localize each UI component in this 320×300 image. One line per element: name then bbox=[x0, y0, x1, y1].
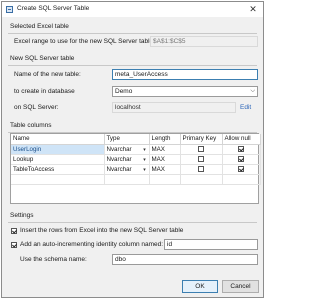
col-header-name[interactable]: Name bbox=[11, 134, 105, 145]
primary-key-checkbox[interactable] bbox=[198, 145, 204, 152]
database-select[interactable]: Demo ⌵ bbox=[112, 86, 258, 97]
create-sql-table-dialog: Create SQL Server Table ✕ Selected Excel… bbox=[1, 1, 264, 298]
insert-rows-label: Insert the rows from Excel into the new … bbox=[20, 227, 184, 234]
primary-key-cell bbox=[180, 164, 223, 175]
window-app-icon bbox=[6, 6, 13, 13]
schema-input[interactable]: dbo bbox=[112, 254, 258, 265]
columns-grid[interactable]: Name Type Length Primary Key Allow null … bbox=[10, 133, 261, 204]
allow-null-checkbox[interactable] bbox=[238, 165, 244, 172]
col-header-length[interactable]: Length bbox=[149, 134, 181, 145]
table-name-value: meta_UserAccess bbox=[115, 71, 168, 78]
chevron-down-icon: ⌵ bbox=[250, 88, 255, 94]
column-length-cell[interactable]: MAX bbox=[149, 164, 181, 175]
column-type-cell[interactable]: Nvarchar ▾ bbox=[104, 154, 150, 165]
identity-column-input[interactable]: id bbox=[164, 239, 258, 250]
primary-key-cell bbox=[180, 154, 223, 165]
col-header-allow-null[interactable]: Allow null bbox=[222, 134, 261, 145]
allow-null-cell bbox=[222, 154, 261, 165]
title-bar[interactable]: Create SQL Server Table ✕ bbox=[2, 2, 263, 17]
column-type-cell[interactable]: Nvarchar ▾ bbox=[104, 144, 150, 155]
table-name-input[interactable]: meta_UserAccess bbox=[112, 69, 258, 80]
column-type-value: Nvarchar bbox=[106, 145, 132, 153]
col-header-primary-key[interactable]: Primary Key bbox=[180, 134, 223, 145]
identity-column-value: id bbox=[167, 241, 173, 248]
settings-divider bbox=[8, 222, 257, 223]
identity-column-label: Add an auto-incrementing identity column… bbox=[20, 241, 164, 248]
ok-button[interactable]: OK bbox=[182, 280, 218, 293]
type-dropdown-icon[interactable]: ▾ bbox=[142, 147, 148, 153]
edit-server-link[interactable]: Edit bbox=[240, 104, 251, 111]
window-title: Create SQL Server Table bbox=[17, 5, 90, 12]
table-name-label: Name of the new table: bbox=[14, 71, 81, 78]
identity-column-checkbox[interactable] bbox=[11, 242, 17, 248]
schema-value: dbo bbox=[115, 256, 126, 263]
selected-excel-header: Selected Excel table bbox=[10, 23, 69, 30]
primary-key-cell bbox=[180, 144, 223, 155]
empty-row[interactable] bbox=[11, 174, 261, 185]
server-label: on SQL Server: bbox=[14, 104, 59, 111]
selected-excel-divider bbox=[8, 33, 257, 34]
column-name-cell[interactable]: Lookup bbox=[11, 154, 105, 165]
allow-null-cell bbox=[222, 164, 261, 175]
column-length-cell[interactable]: MAX bbox=[149, 154, 181, 165]
column-name-cell[interactable]: TableToAccess bbox=[11, 164, 105, 175]
schema-label: Use the schema name: bbox=[20, 256, 87, 263]
primary-key-checkbox[interactable] bbox=[198, 165, 204, 172]
column-type-value: Nvarchar bbox=[106, 165, 132, 173]
type-dropdown-icon[interactable]: ▾ bbox=[142, 167, 148, 173]
columns-table: Name Type Length Primary Key Allow null … bbox=[11, 134, 261, 185]
excel-range-field: $A$1:$C$5 bbox=[150, 36, 258, 47]
cancel-button[interactable]: Cancel bbox=[222, 280, 259, 293]
column-type-cell[interactable]: Nvarchar ▾ bbox=[104, 164, 150, 175]
close-icon[interactable]: ✕ bbox=[247, 3, 259, 15]
database-value: Demo bbox=[115, 88, 133, 95]
column-length-cell[interactable]: MAX bbox=[149, 144, 181, 155]
columns-header-row: Name Type Length Primary Key Allow null bbox=[11, 134, 261, 145]
column-type-value: Nvarchar bbox=[106, 155, 132, 163]
server-field: localhost bbox=[112, 102, 236, 113]
new-table-header: New SQL Server table bbox=[10, 55, 75, 62]
col-header-type[interactable]: Type bbox=[104, 134, 150, 145]
column-name-cell[interactable]: UserLogin bbox=[11, 144, 105, 155]
settings-header: Settings bbox=[10, 212, 34, 219]
allow-null-checkbox[interactable] bbox=[238, 155, 244, 162]
allow-null-checkbox[interactable] bbox=[238, 145, 244, 152]
excel-range-value: $A$1:$C$5 bbox=[153, 38, 186, 45]
column-row[interactable]: TableToAccess Nvarchar ▾ MAX bbox=[11, 164, 261, 175]
new-table-divider bbox=[8, 65, 257, 66]
database-label: to create in database bbox=[14, 88, 75, 95]
allow-null-cell bbox=[222, 144, 261, 155]
type-dropdown-icon[interactable]: ▾ bbox=[142, 157, 148, 163]
column-row[interactable]: Lookup Nvarchar ▾ MAX bbox=[11, 154, 261, 165]
column-row[interactable]: UserLogin Nvarchar ▾ MAX bbox=[11, 144, 261, 155]
table-columns-header: Table columns bbox=[10, 122, 52, 129]
excel-range-label: Excel range to use for the new SQL Serve… bbox=[14, 38, 156, 45]
primary-key-checkbox[interactable] bbox=[198, 155, 204, 162]
server-value: localhost bbox=[115, 104, 141, 111]
insert-rows-checkbox[interactable] bbox=[11, 228, 17, 234]
